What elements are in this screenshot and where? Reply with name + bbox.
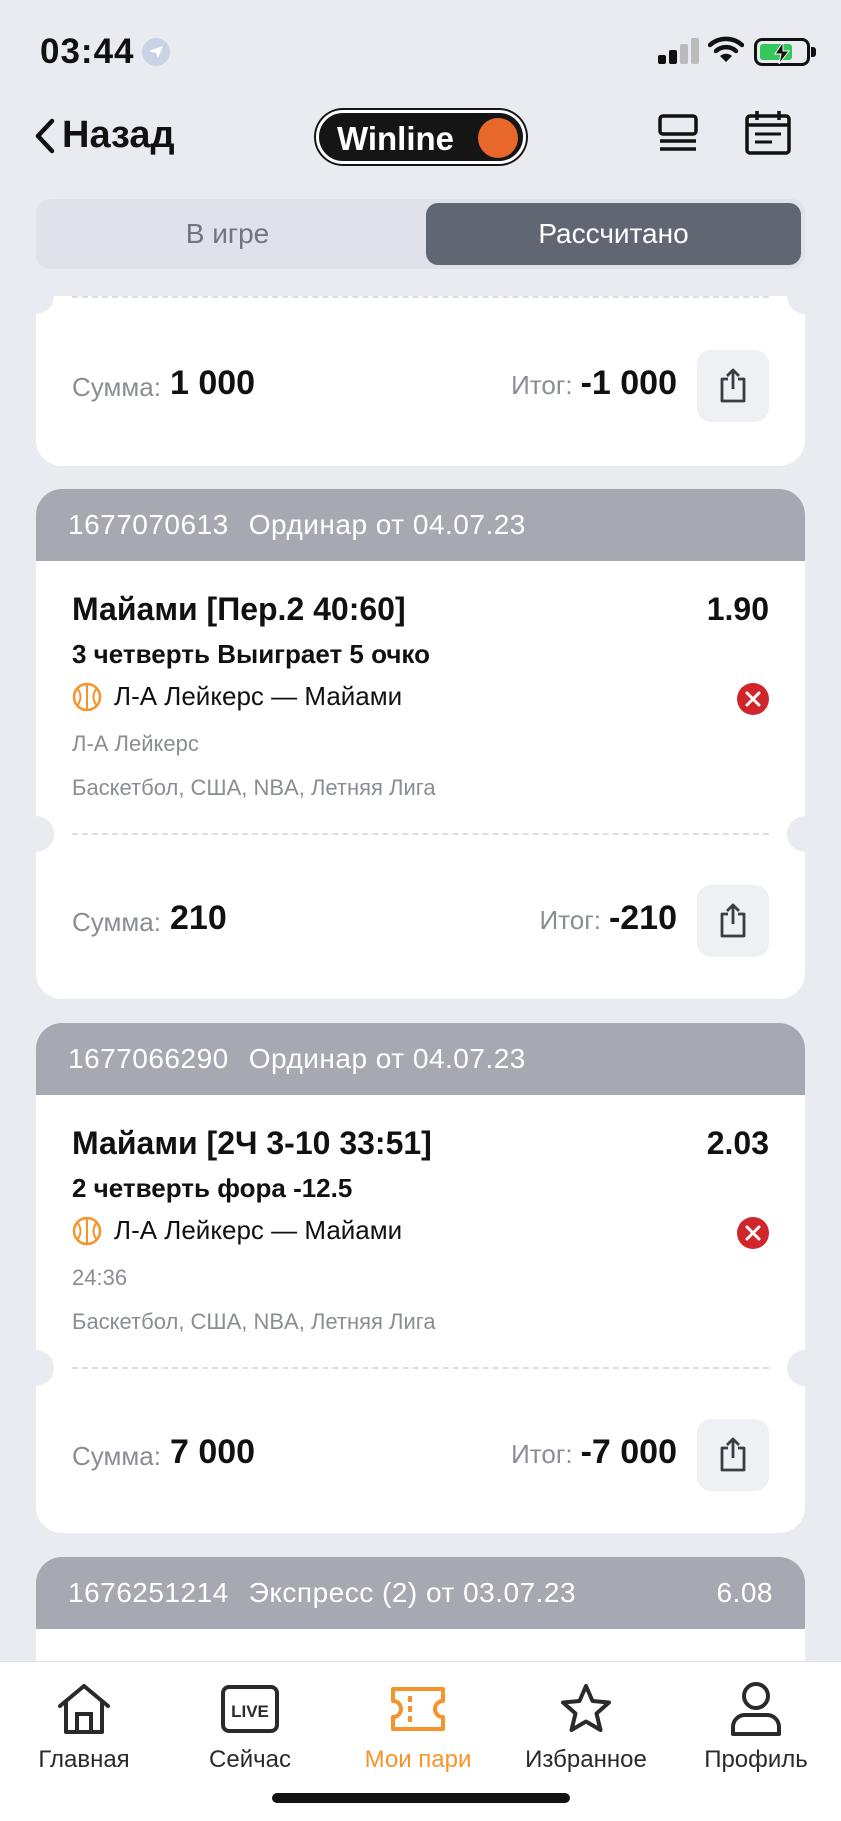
bet-card-header: 1677070613 Ординар от 04.07.23 xyxy=(36,489,805,561)
bet-match: Л-А Лейкерс — Майами xyxy=(72,1215,402,1246)
status-time: 03:44 xyxy=(40,32,135,71)
cellular-signal-icon xyxy=(658,38,699,64)
bets-segmented-control: В игре Рассчитано xyxy=(36,199,805,269)
header: Назад Winline xyxy=(0,100,841,200)
bet-type: Ординар от 04.07.23 xyxy=(248,1043,526,1074)
share-icon xyxy=(720,903,746,938)
share-button[interactable] xyxy=(697,885,769,957)
bet-odds: 1.90 xyxy=(706,591,769,627)
bet-summary-row: Сумма: 210 Итог: -210 xyxy=(72,885,769,957)
tab-my-bets[interactable]: Мои пари xyxy=(334,1678,502,1774)
bet-card[interactable]: 1677066290 Ординар от 04.07.23 Майами [2… xyxy=(36,1023,805,1533)
live-badge-text: LIVE xyxy=(231,1702,269,1721)
tab-label: Сейчас xyxy=(209,1746,291,1773)
status-bar: 03:44 xyxy=(0,0,841,100)
tab-favorites[interactable]: Избранное xyxy=(502,1678,670,1774)
share-button[interactable] xyxy=(697,350,769,422)
tab-live[interactable]: LIVE Сейчас xyxy=(166,1678,334,1774)
home-icon xyxy=(0,1678,168,1740)
lost-status-icon xyxy=(737,1217,769,1249)
bet-summary-row: Сумма: 7 000 Итог: -7 000 xyxy=(72,1419,769,1491)
tab-in-game[interactable]: В игре xyxy=(40,203,415,265)
result-block: Итог: -7 000 xyxy=(511,1433,677,1472)
bet-title: Майами [2Ч 3-10 33:51] xyxy=(72,1125,432,1161)
bet-id: 1677066290 xyxy=(68,1043,229,1074)
share-button[interactable] xyxy=(697,1419,769,1491)
logo-dot xyxy=(478,118,518,158)
bet-summary-row: Сумма: 1 000 Итог: -1 000 xyxy=(72,350,769,422)
basketball-icon xyxy=(72,682,102,711)
bet-card: Сумма: 1 000 Итог: -1 000 xyxy=(36,296,805,466)
tab-home[interactable]: Главная xyxy=(0,1678,168,1774)
bet-type: Экспресс (2) от 03.07.23 xyxy=(248,1577,577,1608)
tab-label: Мои пари xyxy=(364,1746,472,1773)
wifi-icon xyxy=(707,36,745,69)
sum-label: Сумма: xyxy=(72,1441,161,1471)
tab-label: Избранное xyxy=(525,1746,647,1773)
sum-label: Сумма: xyxy=(72,907,161,937)
result-label: Итог: xyxy=(511,370,573,400)
result-block: Итог: -210 xyxy=(539,899,677,938)
share-icon xyxy=(720,1437,746,1472)
bet-id: 1676251214 xyxy=(68,1577,229,1608)
tab-label: Профиль xyxy=(704,1746,808,1773)
match-name: Л-А Лейкерс — Майами xyxy=(114,681,403,711)
tab-profile[interactable]: Профиль xyxy=(672,1678,840,1774)
bet-odds: 2.03 xyxy=(706,1125,769,1161)
chevron-left-icon xyxy=(35,118,55,153)
sum-value: 1 000 xyxy=(170,364,256,402)
bet-time: 24:36 xyxy=(72,1265,128,1290)
bet-match: Л-А Лейкерс — Майами xyxy=(72,681,402,712)
tab-settled[interactable]: Рассчитано xyxy=(426,203,801,265)
lost-status-icon xyxy=(737,683,769,715)
share-icon xyxy=(720,368,746,403)
result-label: Итог: xyxy=(511,1439,573,1469)
bet-card-header: 1676251214 Экспресс (2) от 03.07.23 6.08 xyxy=(36,1557,805,1629)
result-value: -1 000 xyxy=(580,364,677,402)
logo-text: Winline xyxy=(337,120,455,157)
bet-sport-info: Баскетбол, США, NBA, Летняя Лига xyxy=(72,775,436,800)
coupon-list-icon[interactable] xyxy=(656,114,700,159)
back-label: Назад xyxy=(62,114,175,156)
winline-logo: Winline xyxy=(316,110,526,164)
result-value: -7 000 xyxy=(580,1433,677,1471)
result-label: Итог: xyxy=(539,905,601,935)
bet-type: Ординар от 04.07.23 xyxy=(248,509,526,540)
bet-sport-info: Баскетбол, США, NBA, Летняя Лига xyxy=(72,1309,436,1334)
bet-card-header: 1677066290 Ординар от 04.07.23 xyxy=(36,1023,805,1095)
live-icon: LIVE xyxy=(166,1678,334,1740)
result-value: -210 xyxy=(608,899,677,937)
sum-label: Сумма: xyxy=(72,372,161,402)
home-indicator xyxy=(272,1793,570,1803)
bet-card[interactable]: 1677070613 Ординар от 04.07.23 Майами [П… xyxy=(36,489,805,999)
bet-card[interactable]: 1676251214 Экспресс (2) от 03.07.23 6.08 xyxy=(36,1557,805,1661)
battery-charging-icon xyxy=(754,38,816,66)
profile-icon xyxy=(672,1678,840,1740)
result-block: Итог: -1 000 xyxy=(511,364,677,403)
bet-title: Майами [Пер.2 40:60] xyxy=(72,591,406,627)
calendar-icon[interactable] xyxy=(744,110,792,161)
bet-market: 3 четверть Выиграет 5 очко xyxy=(72,639,430,669)
basketball-icon xyxy=(72,1216,102,1245)
ticket-icon xyxy=(334,1678,502,1740)
bet-detail: Л-А Лейкерс xyxy=(72,731,199,756)
bet-id: 1677070613 xyxy=(68,509,229,540)
bet-market: 2 четверть фора -12.5 xyxy=(72,1173,353,1203)
match-name: Л-А Лейкерс — Майами xyxy=(114,1215,403,1245)
tab-label: Главная xyxy=(38,1746,130,1773)
star-icon xyxy=(502,1678,670,1740)
back-button[interactable]: Назад xyxy=(34,114,175,157)
location-arrow-icon xyxy=(142,38,170,66)
sum-value: 7 000 xyxy=(170,1433,256,1471)
bets-list[interactable]: Сумма: 1 000 Итог: -1 000 1677070613 Орд… xyxy=(0,296,841,1661)
sum-value: 210 xyxy=(170,899,227,937)
total-odds: 6.08 xyxy=(716,1577,773,1608)
